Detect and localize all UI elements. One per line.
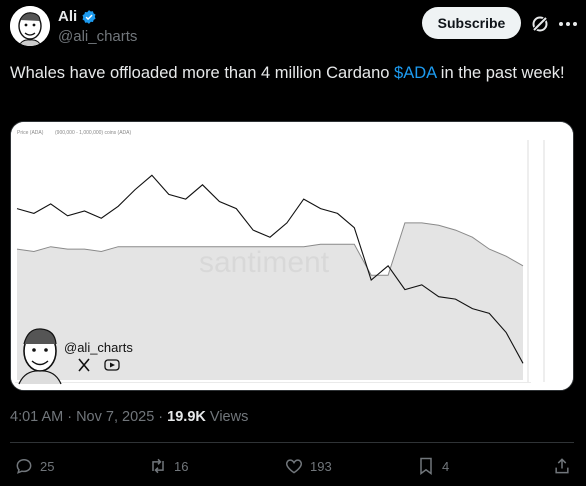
right-axis-scrollbar-2 bbox=[543, 140, 545, 382]
view-count: 19.9K bbox=[167, 409, 206, 425]
reply-button[interactable]: 25 bbox=[14, 456, 54, 476]
tweet-actions-bar: 25 16 193 4 bbox=[0, 452, 586, 482]
tweet-text-after: in the past week! bbox=[436, 64, 565, 82]
share-icon bbox=[555, 458, 569, 474]
author-avatar[interactable] bbox=[10, 6, 50, 46]
author-display-name[interactable]: Ali bbox=[58, 8, 77, 25]
right-axis-scrollbar bbox=[527, 140, 529, 382]
actions-divider bbox=[10, 442, 574, 443]
repost-button[interactable]: 16 bbox=[148, 456, 188, 476]
santiment-watermark: santiment bbox=[199, 246, 330, 279]
tweet-text-before: Whales have offloaded more than 4 millio… bbox=[10, 64, 395, 82]
reply-count: 25 bbox=[40, 458, 55, 474]
repost-icon bbox=[152, 458, 164, 474]
chart-svg: Price (ADA) (900,000 - 1,000,000) coins … bbox=[11, 122, 573, 390]
cartoon-face-avatar bbox=[10, 6, 50, 46]
more-horizontal-icon[interactable] bbox=[557, 14, 579, 34]
tweet-timestamp[interactable]: 4:01 AM · Nov 7, 2025 · bbox=[10, 409, 167, 425]
share-button[interactable] bbox=[552, 456, 572, 476]
cashtag-link[interactable]: $ADA bbox=[394, 64, 436, 82]
bookmark-icon bbox=[420, 457, 432, 475]
grok-icon[interactable] bbox=[530, 14, 550, 34]
views-label: Views bbox=[205, 409, 249, 425]
legend-price: Price (ADA) bbox=[17, 130, 44, 136]
overlay-handle: @ali_charts bbox=[64, 340, 133, 355]
bookmark-count: 4 bbox=[442, 458, 450, 474]
tweet-media-chart[interactable]: Price (ADA) (900,000 - 1,000,000) coins … bbox=[10, 121, 574, 391]
subscribe-button[interactable]: Subscribe bbox=[422, 7, 521, 39]
reply-icon bbox=[16, 458, 32, 474]
repost-count: 16 bbox=[174, 458, 189, 474]
author-handle[interactable]: @ali_charts bbox=[58, 28, 137, 45]
like-button[interactable]: 193 bbox=[284, 456, 332, 476]
heart-icon bbox=[285, 459, 303, 474]
like-count: 193 bbox=[310, 458, 332, 474]
legend-holders: (900,000 - 1,000,000) coins (ADA) bbox=[55, 130, 131, 136]
bookmark-button[interactable]: 4 bbox=[416, 456, 449, 476]
verified-badge-icon bbox=[82, 9, 96, 24]
tweet-meta: 4:01 AM · Nov 7, 2025 · 19.9K Views bbox=[10, 409, 248, 425]
author-name-row[interactable]: Ali bbox=[58, 8, 97, 25]
tweet-text: Whales have offloaded more than 4 millio… bbox=[10, 62, 570, 85]
x-axis bbox=[15, 382, 531, 383]
